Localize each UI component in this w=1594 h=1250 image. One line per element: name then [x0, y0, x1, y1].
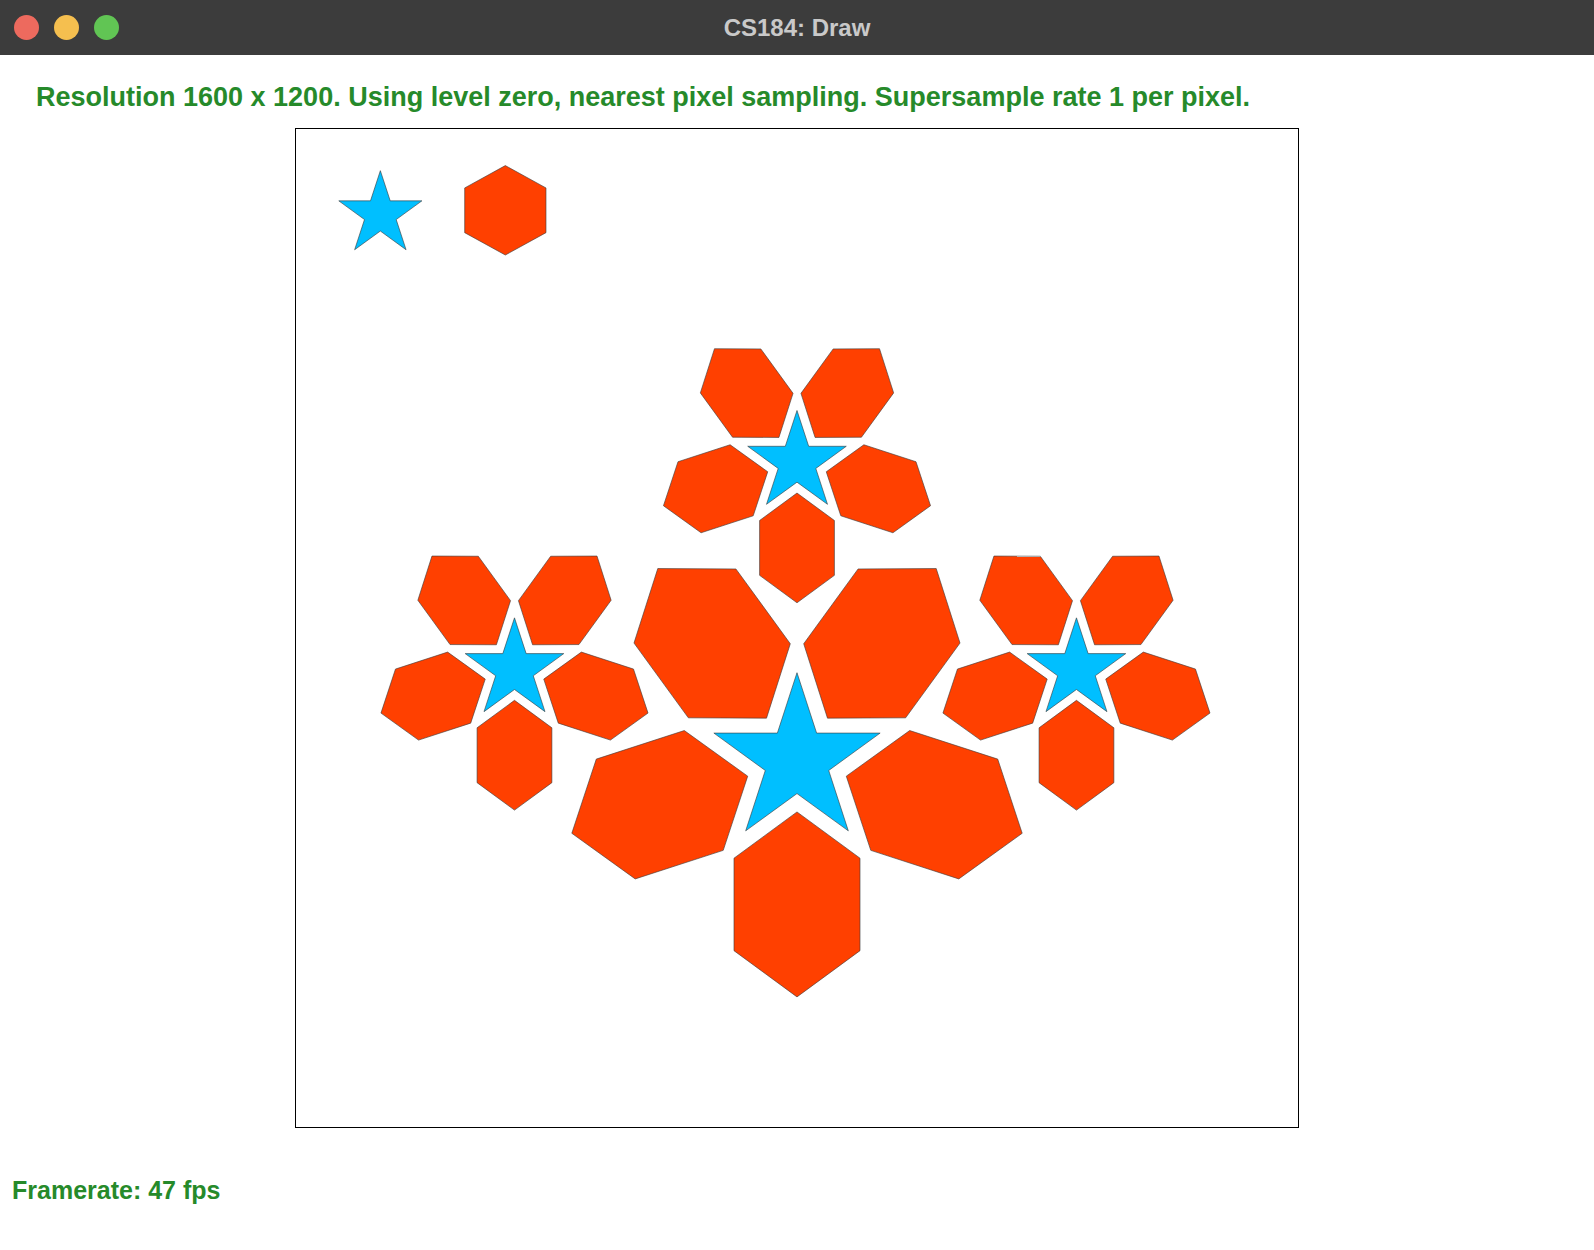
petal-hexagon [1106, 652, 1210, 740]
close-button[interactable] [14, 15, 39, 40]
petal-hexagon [943, 652, 1047, 740]
window-title: CS184: Draw [724, 14, 871, 42]
window-controls [14, 15, 119, 40]
flower-star [465, 618, 564, 712]
petal-hexagon [804, 569, 960, 719]
petal-hexagon [760, 493, 835, 603]
sample-hexagon [465, 166, 546, 255]
drawing-canvas[interactable] [295, 128, 1299, 1128]
petal-hexagon [1080, 556, 1173, 645]
petal-hexagon [634, 569, 790, 719]
minimize-button[interactable] [54, 15, 79, 40]
app-window: CS184: Draw Resolution 1600 x 1200. Using… [0, 0, 1594, 1250]
flower [663, 349, 930, 603]
petal-hexagon [980, 556, 1073, 645]
petal-hexagon [734, 812, 860, 997]
petal-hexagon [700, 349, 793, 438]
sample-star [339, 171, 422, 250]
status-text: Resolution 1600 x 1200. Using level zero… [0, 55, 1594, 128]
framerate-text: Framerate: 47 fps [0, 1128, 1594, 1205]
petal-hexagon [826, 445, 930, 533]
title-bar: CS184: Draw [0, 0, 1594, 55]
petal-hexagon [381, 652, 485, 740]
flower-star [714, 673, 880, 831]
flower [572, 569, 1022, 997]
petal-hexagon [418, 556, 511, 645]
flower-star [1027, 618, 1126, 712]
petal-hexagon [846, 731, 1022, 879]
petal-hexagon [801, 349, 894, 438]
petal-hexagon [572, 731, 748, 879]
flower-star [748, 411, 847, 505]
petal-hexagon [477, 700, 552, 810]
draw-area: Resolution 1600 x 1200. Using level zero… [0, 55, 1594, 1250]
zoom-button[interactable] [94, 15, 119, 40]
petal-hexagon [518, 556, 611, 645]
petal-hexagon [1039, 700, 1114, 810]
petal-hexagon [544, 652, 648, 740]
petal-hexagon [663, 445, 767, 533]
